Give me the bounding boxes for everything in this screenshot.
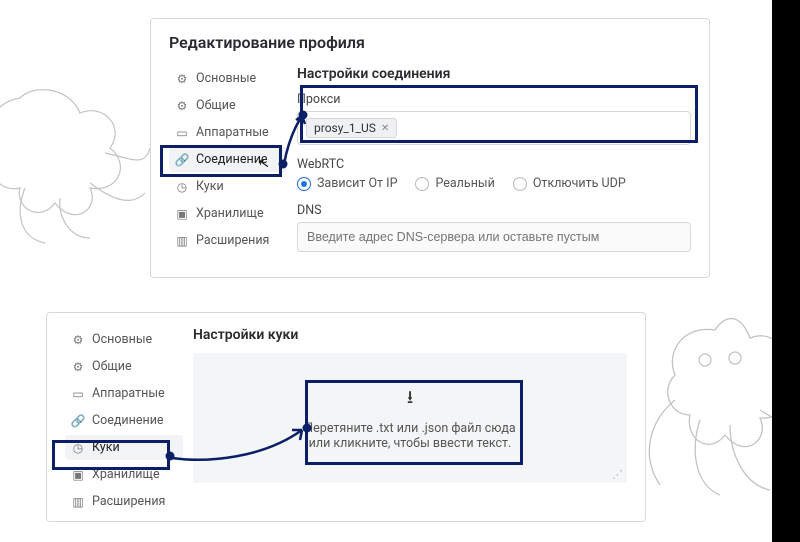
annotation-dot (279, 160, 288, 169)
radio-label: Отключить UDP (533, 176, 626, 191)
sidebar-item-storage[interactable]: ▣ Хранилище (169, 201, 287, 226)
sidebar-item-label: Аппаратные (196, 125, 269, 140)
proxy-label: Прокси (297, 92, 691, 107)
edit-profile-panel-top: Редактирование профиля ⚙ Основные ⚙ Общи… (150, 18, 710, 278)
sidebar-item-main[interactable]: ⚙ Основные (169, 66, 287, 91)
annotation-dot (166, 452, 175, 461)
sidebar-item-cookies[interactable]: ◷ Куки (169, 174, 287, 199)
radio-label: Реальный (435, 176, 494, 191)
dns-label: DNS (297, 203, 691, 218)
sidebar-item-label: Соединение (92, 413, 164, 428)
close-icon[interactable]: ✕ (381, 123, 389, 134)
sidebar-item-label: Общие (196, 98, 236, 113)
radio-dot-icon (415, 177, 429, 191)
webrtc-label: WebRTC (297, 157, 691, 172)
sidebar-top: ⚙ Основные ⚙ Общие ▭ Аппаратные 🔗 Соедин… (169, 66, 287, 253)
sidebar-item-extensions[interactable]: ▥ Расширения (65, 489, 183, 514)
drop-zone-line2: или кликните, чтобы ввести текст. (309, 436, 512, 451)
dns-input[interactable] (297, 222, 691, 252)
puzzle-icon: ▥ (71, 495, 85, 509)
sidebar-item-main[interactable]: ⚙ Основные (65, 327, 183, 352)
sidebar-item-hardware[interactable]: ▭ Аппаратные (169, 120, 287, 145)
annotation-dot (303, 424, 312, 433)
proxy-tag-label: prosy_1_US (314, 121, 376, 135)
webrtc-radio-real[interactable]: Реальный (415, 176, 494, 191)
sliders-icon: ⚙ (71, 333, 85, 347)
monitor-icon: ▭ (175, 126, 189, 140)
sidebar-item-extensions[interactable]: ▥ Расширения (169, 228, 287, 253)
download-icon: ⭳ (407, 385, 413, 415)
radio-dot-icon (297, 177, 311, 191)
edit-profile-panel-bottom: ⚙ Основные ⚙ Общие ▭ Аппаратные 🔗 Соедин… (46, 312, 646, 522)
cookies-settings-content: Настройки куки ⭳ Перетяните .txt или .js… (193, 327, 627, 514)
proxy-tag[interactable]: prosy_1_US ✕ (306, 118, 397, 138)
annotation-dot (299, 111, 308, 120)
webrtc-radio-disable-udp[interactable]: Отключить UDP (513, 176, 626, 191)
sidebar-item-label: Хранилище (92, 467, 160, 482)
gear-icon: ⚙ (175, 99, 189, 113)
radio-label: Зависит От IP (317, 176, 397, 191)
archive-icon: ▣ (71, 468, 85, 482)
sidebar-item-label: Расширения (196, 233, 269, 248)
proxy-input[interactable]: prosy_1_US ✕ (297, 111, 691, 145)
webrtc-radio-ip[interactable]: Зависит От IP (297, 176, 397, 191)
section-title: Настройки куки (193, 327, 627, 343)
gear-icon: ⚙ (71, 360, 85, 374)
sidebar-item-label: Куки (196, 179, 224, 194)
webrtc-radio-group: Зависит От IP Реальный Отключить UDP (297, 176, 691, 191)
sliders-icon: ⚙ (175, 72, 189, 86)
sidebar-item-general[interactable]: ⚙ Общие (65, 354, 183, 379)
link-icon: 🔗 (175, 153, 189, 167)
sidebar-item-connection[interactable]: 🔗 Соединение (65, 408, 183, 433)
sidebar-item-label: Общие (92, 359, 132, 374)
monitor-icon: ▭ (71, 387, 85, 401)
sidebar-item-label: Хранилище (196, 206, 264, 221)
resize-handle-icon: ⋰ (612, 468, 623, 481)
sidebar-bottom: ⚙ Основные ⚙ Общие ▭ Аппаратные 🔗 Соедин… (65, 327, 183, 514)
archive-icon: ▣ (175, 207, 189, 221)
sidebar-item-label: Основные (92, 332, 152, 347)
radio-dot-icon (513, 177, 527, 191)
clock-icon: ◷ (71, 441, 85, 455)
octopus-decoration-1 (0, 78, 160, 248)
sidebar-item-storage[interactable]: ▣ Хранилище (65, 462, 183, 487)
cursor-pointer-icon: ↖ (257, 155, 271, 173)
connection-settings-content: Настройки соединения Прокси prosy_1_US ✕… (297, 66, 691, 253)
sidebar-item-hardware[interactable]: ▭ Аппаратные (65, 381, 183, 406)
link-icon: 🔗 (71, 414, 85, 428)
drop-zone-line1: Перетяните .txt или .json файл сюда (304, 421, 515, 436)
sidebar-item-label: Куки (92, 440, 120, 455)
sidebar-item-label: Расширения (92, 494, 165, 509)
page-title: Редактирование профиля (169, 33, 691, 52)
page-edge-black (772, 0, 800, 542)
puzzle-icon: ▥ (175, 234, 189, 248)
section-title: Настройки соединения (297, 66, 691, 82)
cookies-drop-zone[interactable]: ⭳ Перетяните .txt или .json файл сюда ил… (193, 353, 627, 483)
sidebar-item-general[interactable]: ⚙ Общие (169, 93, 287, 118)
sidebar-item-label: Основные (196, 71, 256, 86)
clock-icon: ◷ (175, 180, 189, 194)
sidebar-item-label: Аппаратные (92, 386, 165, 401)
